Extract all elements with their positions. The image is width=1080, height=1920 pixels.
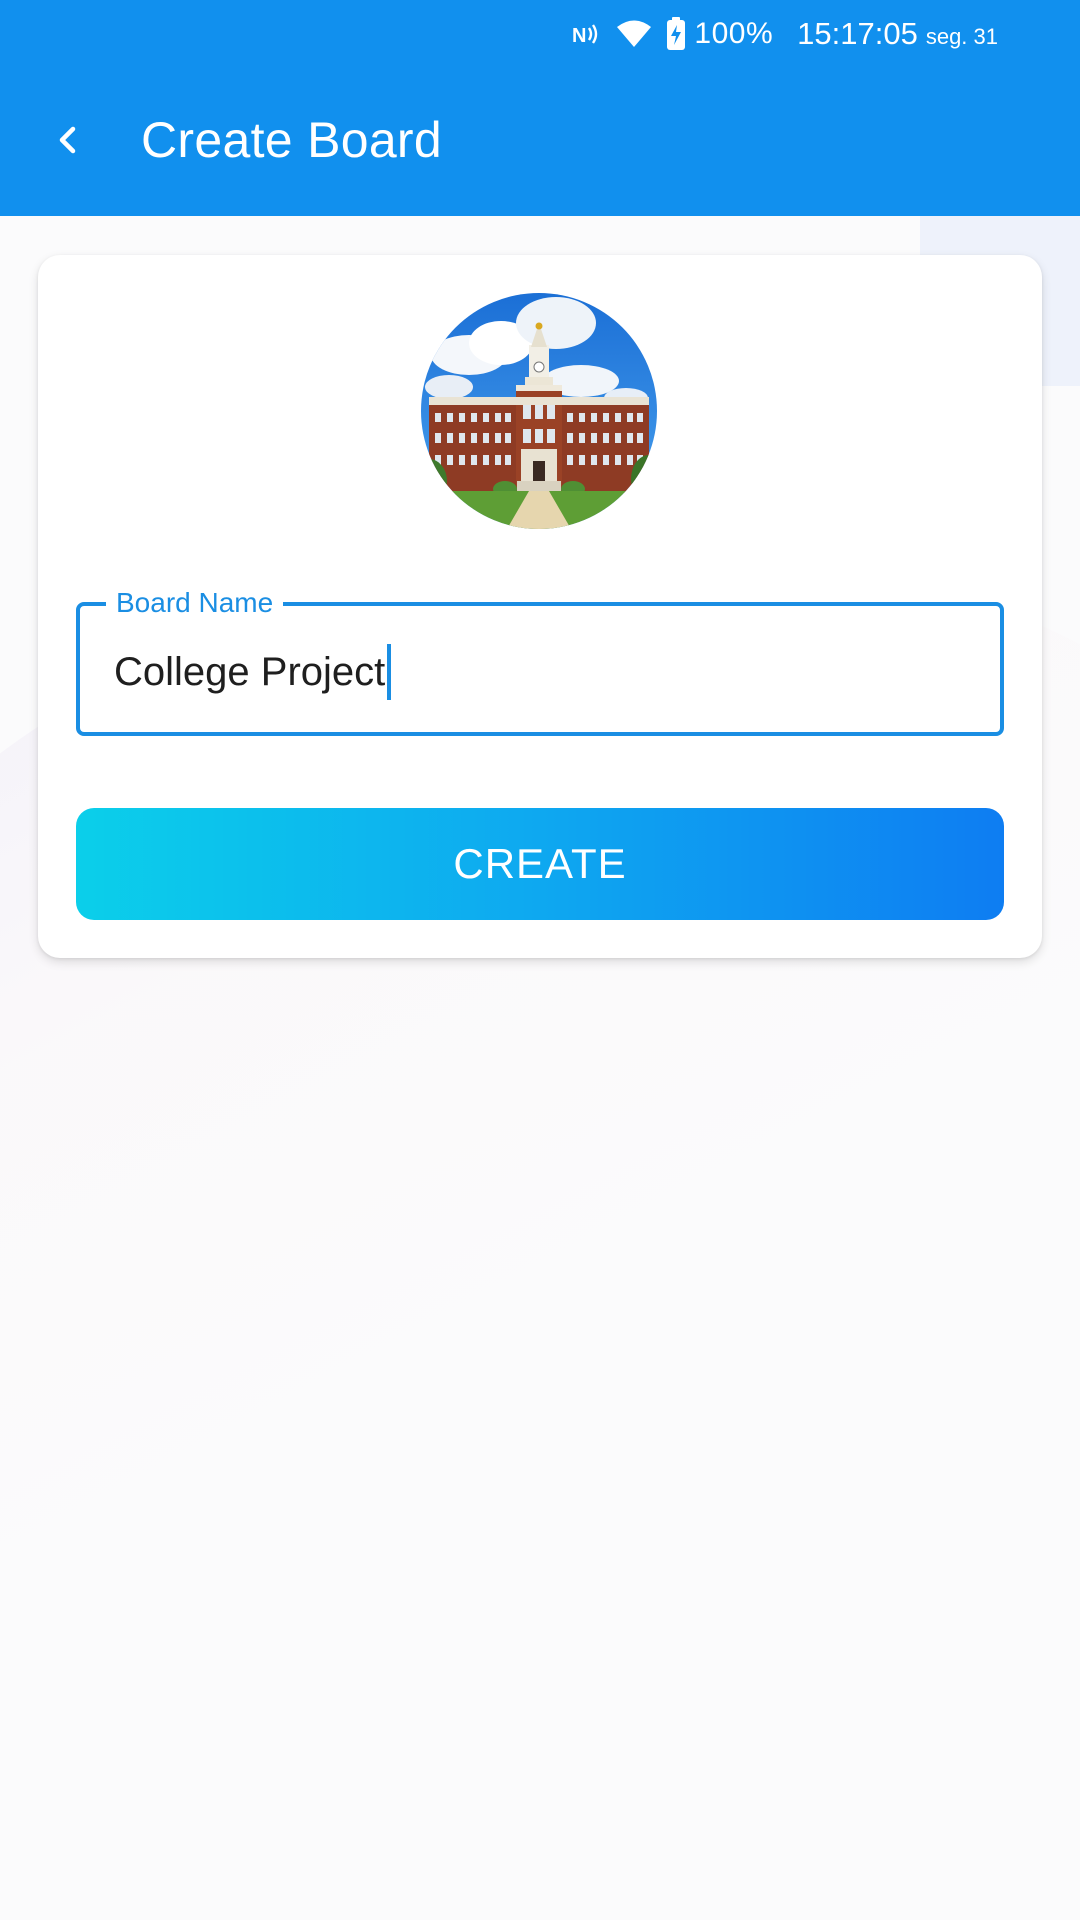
board-name-input[interactable]: College Project <box>114 644 392 700</box>
battery-percent: 100% <box>694 17 774 50</box>
back-button[interactable] <box>40 112 96 168</box>
app-bar: N 100% 15:17:05 seg. 31 Create Board <box>0 0 1080 216</box>
college-building-image <box>421 293 657 529</box>
board-image-picker[interactable] <box>421 293 657 529</box>
clock-time: 15:17:05 <box>797 16 918 51</box>
board-name-label: Board Name <box>106 586 284 620</box>
board-name-field[interactable]: Board Name College Project <box>76 586 1004 736</box>
wifi-icon <box>616 19 652 49</box>
create-board-card: Board Name College Project CREATE <box>38 255 1042 958</box>
nfc-icon: N <box>572 21 602 47</box>
svg-text:N: N <box>572 25 586 47</box>
battery-charging-icon <box>666 17 686 51</box>
chevron-left-icon <box>59 126 76 154</box>
clock-day: seg. 31 <box>925 24 998 49</box>
text-cursor <box>387 644 392 700</box>
create-button[interactable]: CREATE <box>76 808 1004 920</box>
status-bar: N 100% 15:17:05 seg. 31 <box>572 14 998 54</box>
page-title: Create Board <box>141 112 442 168</box>
board-name-value: College Project <box>114 650 386 694</box>
